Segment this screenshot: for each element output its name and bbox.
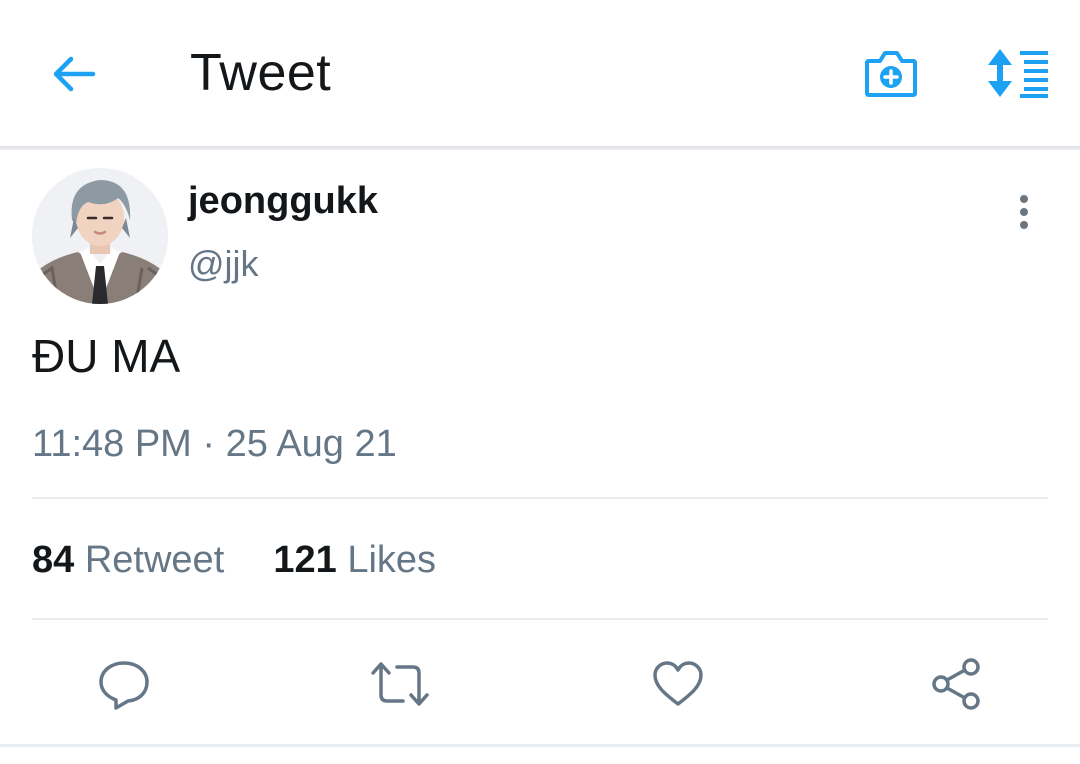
avatar[interactable] <box>32 168 168 304</box>
likes-stat[interactable]: 121 Likes <box>273 539 436 581</box>
user-handle[interactable]: @jjk <box>188 242 259 286</box>
share-icon <box>932 658 980 710</box>
add-photo-button[interactable] <box>860 44 922 102</box>
reply-icon <box>99 661 149 710</box>
retweet-count: 84 <box>32 539 75 581</box>
back-button[interactable] <box>44 46 104 102</box>
like-icon <box>653 661 703 706</box>
tweet-text: ĐU MA <box>32 330 181 382</box>
retweet-icon <box>371 662 429 706</box>
header-divider <box>0 146 1080 150</box>
reply-button[interactable] <box>92 652 156 716</box>
camera-plus-icon <box>865 51 917 97</box>
divider <box>32 618 1048 620</box>
display-name[interactable]: jeonggukk <box>188 178 378 224</box>
sort-button[interactable] <box>980 44 1054 102</box>
avatar-image <box>32 168 168 304</box>
retweet-label: Retweet <box>84 539 225 581</box>
sort-list-icon <box>988 49 1048 98</box>
tweet-timestamp[interactable]: 11:48 PM · 25 Aug 21 <box>32 420 397 468</box>
retweet-button[interactable] <box>368 652 432 716</box>
like-button[interactable] <box>646 652 710 716</box>
more-vertical-icon <box>1020 195 1028 229</box>
likes-label: Likes <box>347 539 437 581</box>
share-button[interactable] <box>924 652 988 716</box>
page-title: Tweet <box>190 44 332 102</box>
retweet-stat[interactable]: 84 Retweet <box>32 539 235 581</box>
bottom-divider <box>0 744 1080 747</box>
divider <box>32 497 1048 499</box>
top-bar: Tweet <box>0 0 1080 146</box>
likes-count: 121 <box>273 539 337 581</box>
more-options-button[interactable] <box>1004 190 1044 234</box>
arrow-left-icon <box>53 56 96 92</box>
tweet-stats: 84 Retweet 121 Likes <box>32 534 436 586</box>
